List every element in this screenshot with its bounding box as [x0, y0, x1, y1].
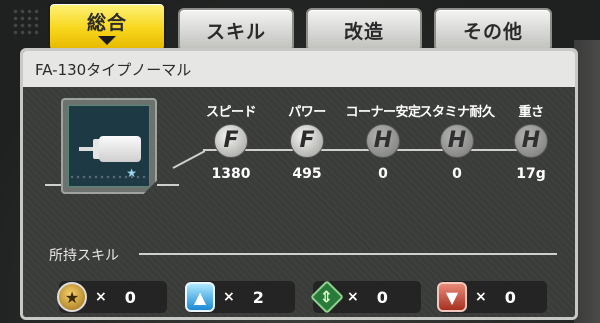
- connector-line: [157, 184, 179, 186]
- background-dots: [12, 8, 42, 38]
- stat-corner-stability: コーナー安定 H 0: [343, 101, 423, 182]
- skill-count: 2: [252, 287, 264, 307]
- stat-stamina-grade: H: [440, 124, 474, 158]
- tab-overview[interactable]: 総合: [48, 2, 166, 52]
- tab-other[interactable]: その他: [434, 8, 552, 52]
- tab-skills-label: スキル: [205, 20, 266, 43]
- part-name: FA-130タイプノーマル: [35, 60, 192, 79]
- down-arrow-icon: ▼: [437, 282, 467, 312]
- stat-stamina-value: 0: [452, 166, 462, 182]
- skill-times: ×: [223, 289, 235, 305]
- stat-weight-value: 17g: [516, 166, 546, 182]
- skill-count: 0: [124, 287, 136, 307]
- stat-power-grade: F: [290, 124, 324, 158]
- tab-modify[interactable]: 改造: [306, 8, 422, 52]
- stat-speed-label: スピード: [205, 105, 257, 120]
- motor-icon: ★: [61, 98, 157, 194]
- skill-count: 0: [504, 287, 516, 307]
- stat-speed-value: 1380: [211, 166, 251, 182]
- skill-down[interactable]: ▼ × 0: [437, 281, 547, 313]
- stat-power-value: 495: [292, 166, 322, 182]
- skill-star[interactable]: ★ × 0: [57, 281, 167, 313]
- stat-corner-stability-label: コーナー安定: [345, 105, 421, 120]
- chevron-down-icon: [98, 35, 116, 45]
- star-icon: ★: [57, 282, 87, 312]
- stat-power-label: パワー: [288, 105, 326, 120]
- stat-corner-stability-grade: H: [366, 124, 400, 158]
- up-arrow-icon: ▲: [185, 282, 215, 312]
- panel-header: FA-130タイプノーマル: [23, 51, 575, 87]
- stat-stamina: スタミナ耐久 H 0: [417, 101, 497, 182]
- panel-body: ★ スピード F 1380 パワー F 495 コーナー安定 H 0 スタミナ耐…: [23, 87, 575, 317]
- stat-speed: スピード F 1380: [191, 101, 271, 182]
- stat-corner-stability-value: 0: [378, 166, 388, 182]
- motor-icon-background: ★: [68, 105, 150, 187]
- skill-diamond[interactable]: ⇕ × 0: [310, 280, 421, 314]
- skills-divider: [139, 253, 557, 255]
- star-icon: ★: [126, 166, 137, 180]
- tab-other-label: その他: [462, 20, 523, 43]
- diamond-icon: ⇕: [310, 280, 344, 314]
- skill-count: 0: [376, 287, 388, 307]
- skill-times: ×: [95, 289, 107, 305]
- stat-speed-grade: F: [214, 124, 248, 158]
- skills-label: 所持スキル: [49, 248, 119, 264]
- skill-times: ×: [347, 289, 359, 305]
- stat-weight: 重さ H 17g: [491, 101, 571, 182]
- stat-weight-label: 重さ: [518, 105, 544, 120]
- tab-modify-label: 改造: [343, 20, 384, 43]
- skill-times: ×: [475, 289, 487, 305]
- connector-line: [45, 184, 61, 186]
- skill-up[interactable]: ▲ × 2: [185, 281, 295, 313]
- motor-can: [99, 136, 141, 162]
- stat-weight-grade: H: [514, 124, 548, 158]
- part-detail-panel: FA-130タイプノーマル ★ スピード F 1380 パワー F 495 コー…: [20, 48, 578, 320]
- stat-stamina-label: スタミナ耐久: [419, 105, 495, 120]
- tab-overview-label: 総合: [86, 11, 127, 34]
- tab-skills[interactable]: スキル: [178, 8, 294, 52]
- motor-dots: [69, 174, 149, 182]
- stat-power: パワー F 495: [267, 101, 347, 182]
